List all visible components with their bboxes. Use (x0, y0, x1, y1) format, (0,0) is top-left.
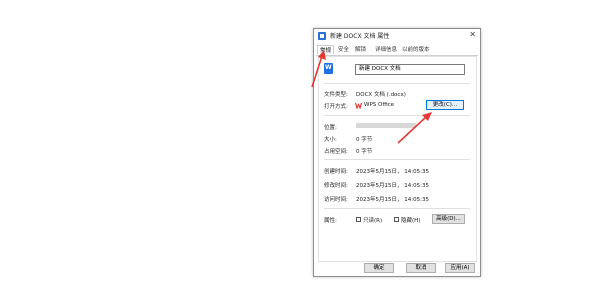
readonly-checkbox[interactable] (356, 217, 361, 222)
tab-general[interactable]: 常规 (317, 45, 335, 54)
attributes-label: 属性: (324, 218, 337, 224)
location-label: 位置: (324, 125, 337, 131)
close-icon[interactable]: ✕ (469, 30, 476, 39)
size-label: 大小: (324, 137, 337, 143)
divider (324, 83, 470, 84)
apply-button[interactable]: 应用(A) (445, 263, 475, 273)
tab-previous-versions[interactable]: 以前的版本 (400, 45, 432, 54)
tab-security[interactable]: 安全 (336, 45, 351, 54)
window-icon (318, 32, 326, 40)
tab-bar: 常规 安全 解锁 详细信息 以前的版本 (316, 45, 478, 56)
readonly-label: 只读(R) (363, 218, 383, 224)
hidden-checkbox[interactable] (394, 217, 399, 222)
hidden-label: 隐藏(H) (401, 218, 421, 224)
created-value: 2023年5月15日， 14:05:35 (356, 169, 429, 175)
divider (324, 159, 470, 160)
general-panel: 新建 DOCX 文档 文件类型: DOCX 文档 (.docx) 打开方式: W… (318, 56, 477, 262)
accessed-value: 2023年5月15日， 14:05:35 (356, 197, 429, 203)
wps-icon (355, 102, 362, 109)
modified-label: 修改时间: (324, 183, 348, 189)
ok-button[interactable]: 确定 (364, 263, 394, 273)
title-bar: 新建 DOCX 文档 属性 ✕ (314, 29, 480, 43)
modified-value: 2023年5月15日， 14:05:35 (356, 183, 429, 189)
word-document-icon (324, 63, 333, 74)
file-type-label: 文件类型: (324, 92, 348, 98)
dialog-title: 新建 DOCX 文档 属性 (330, 33, 390, 40)
properties-dialog: 新建 DOCX 文档 属性 ✕ 常规 安全 解锁 详细信息 以前的版本 新建 D… (313, 28, 481, 277)
tab-details[interactable]: 详细信息 (373, 45, 399, 54)
annotation-arrows (311, 50, 432, 144)
disk-size-label: 占用空间: (324, 149, 348, 155)
open-with-label: 打开方式: (324, 104, 348, 110)
size-value: 0 字节 (356, 137, 373, 143)
advanced-button[interactable]: 高级(D)... (432, 214, 465, 224)
divider (324, 208, 470, 209)
change-button[interactable]: 更改(C)... (426, 100, 464, 110)
file-name-field[interactable]: 新建 DOCX 文档 (355, 64, 465, 75)
location-redacted (356, 123, 416, 128)
accessed-label: 访问时间: (324, 197, 348, 203)
open-with-value: WPS Office (364, 102, 395, 108)
created-label: 创建时间: (324, 169, 348, 175)
file-type-value: DOCX 文档 (.docx) (356, 92, 406, 98)
cancel-button[interactable]: 取消 (406, 263, 436, 273)
divider (324, 115, 470, 116)
disk-size-value: 0 字节 (356, 149, 373, 155)
tab-unblock[interactable]: 解锁 (353, 45, 368, 54)
